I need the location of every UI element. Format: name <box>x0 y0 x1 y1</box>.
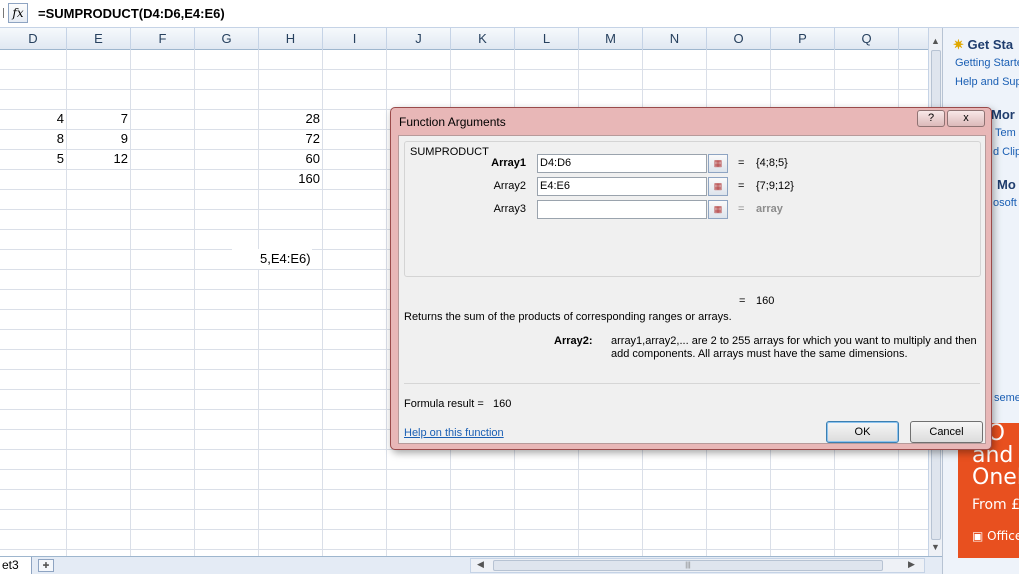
dialog-help-button[interactable]: ? <box>917 110 945 127</box>
cell-h-total[interactable]: 160 <box>259 169 323 189</box>
collapse-dialog-icon[interactable]: ▦ <box>708 200 728 219</box>
formula-result-label: Formula result = <box>404 398 484 410</box>
array2-label: Array2 <box>493 180 526 192</box>
grid-line <box>0 489 928 490</box>
cell-h-value[interactable]: 60 <box>259 149 323 169</box>
scroll-thumb[interactable]: ||| <box>493 560 883 571</box>
cell-d-value[interactable]: 4 <box>0 109 67 129</box>
cancel-button[interactable]: Cancel <box>910 421 983 443</box>
argument-description-label: Array2: <box>554 335 593 347</box>
column-header-o[interactable]: O <box>707 28 771 50</box>
partial-link[interactable]: seme <box>994 392 1019 404</box>
argument-description-text: array1,array2,... are 2 to 255 arrays fo… <box>611 335 977 360</box>
column-header-row: D E F G H I J K L M N O P Q <box>0 28 930 50</box>
column-header-k[interactable]: K <box>451 28 515 50</box>
cell-e-value[interactable]: 7 <box>67 109 131 129</box>
collapse-dialog-icon[interactable]: ▦ <box>708 177 728 196</box>
formula-input[interactable]: =SUMPRODUCT(D4:D6,E4:E6) <box>38 6 225 21</box>
array1-result: {4;8;5} <box>756 157 788 169</box>
help-on-function-link[interactable]: Help on this function <box>404 427 504 439</box>
array2-result: {7;9;12} <box>756 180 794 192</box>
dialog-title: Function Arguments <box>399 115 506 129</box>
function-description: Returns the sum of the products of corre… <box>404 311 732 323</box>
scroll-right-icon[interactable]: ▶ <box>908 559 915 570</box>
array2-equals: = <box>738 180 745 192</box>
insert-sheet-icon[interactable]: ✚ <box>38 559 54 572</box>
column-header-h[interactable]: H <box>259 28 323 50</box>
office-logo-icon: ▣ <box>972 529 984 543</box>
cell-d-value[interactable]: 5 <box>0 149 67 169</box>
cell-formula-overflow[interactable]: 5,E4:E6) <box>232 249 312 269</box>
array2-input[interactable]: E4:E6 <box>537 177 707 196</box>
microsoft-link[interactable]: osoft <box>993 197 1017 209</box>
function-result-value: 160 <box>756 295 775 307</box>
scroll-up-icon[interactable]: ▲ <box>931 36 940 46</box>
scroll-left-icon[interactable]: ◀ <box>477 559 484 570</box>
array3-input[interactable] <box>537 200 707 219</box>
horizontal-scrollbar[interactable]: ◀ ||| ▶ <box>470 558 925 573</box>
scroll-down-icon[interactable]: ▼ <box>931 542 940 552</box>
ok-button[interactable]: OK <box>826 421 899 443</box>
column-header-f[interactable]: F <box>131 28 195 50</box>
grid-line <box>0 549 928 550</box>
grid-line <box>0 529 928 530</box>
cell-e-value[interactable]: 12 <box>67 149 131 169</box>
column-header-l[interactable]: L <box>515 28 579 50</box>
grid-line <box>386 50 387 556</box>
promo-brand-text: Office <box>987 529 1019 543</box>
task-pane-heading-text: Get Sta <box>967 37 1014 52</box>
dialog-close-button[interactable]: x <box>947 110 985 127</box>
grid-line <box>0 89 928 90</box>
collapse-dialog-icon[interactable]: ▦ <box>708 154 728 173</box>
column-header-n[interactable]: N <box>643 28 707 50</box>
grid-line <box>0 509 928 510</box>
sheet-tab[interactable]: et3 <box>0 557 32 574</box>
grid-line <box>0 69 928 70</box>
task-pane-heading: Mo <box>997 177 1016 192</box>
clip-art-link[interactable]: d Clip <box>993 146 1019 158</box>
array1-equals: = <box>738 157 745 169</box>
star-icon: ✷ <box>953 37 964 52</box>
array3-result: array <box>756 203 783 215</box>
help-support-link[interactable]: Help and Supp <box>955 76 1019 88</box>
task-pane-heading: Mor <box>991 107 1015 122</box>
column-header-i[interactable]: I <box>323 28 387 50</box>
column-header-g[interactable]: G <box>195 28 259 50</box>
promo-price: From £5 <box>972 497 1019 513</box>
function-result-equals: = <box>739 295 746 307</box>
cell-h-value[interactable]: 72 <box>259 129 323 149</box>
function-arguments-dialog: Function Arguments ? x SUMPRODUCT Array1… <box>390 107 992 450</box>
insert-function-button[interactable]: fx <box>8 3 28 23</box>
grid-line <box>0 469 928 470</box>
column-header-d[interactable]: D <box>0 28 67 50</box>
formula-result-value: 160 <box>493 398 512 410</box>
getting-started-link[interactable]: Getting Starte <box>955 57 1019 69</box>
task-pane-heading: ✷ Get Sta <box>953 37 1013 53</box>
dialog-body: SUMPRODUCT Array1 D4:D6 ▦ = {4;8;5} Arra… <box>398 135 986 444</box>
formula-bar: fx =SUMPRODUCT(D4:D6,E4:E6) <box>0 0 1019 28</box>
column-header-p[interactable]: P <box>771 28 835 50</box>
divider <box>404 383 980 384</box>
promo-text: OneI <box>972 465 1019 490</box>
grid-line <box>194 50 195 556</box>
array1-label: Array1 <box>491 157 526 169</box>
arguments-group: SUMPRODUCT Array1 D4:D6 ▦ = {4;8;5} Arra… <box>404 141 981 277</box>
column-header-q[interactable]: Q <box>835 28 899 50</box>
column-header-m[interactable]: M <box>579 28 643 50</box>
promo-brand: ▣ Office <box>972 529 1019 543</box>
cell-d-value[interactable]: 8 <box>0 129 67 149</box>
sheet-tab-bar: et3 ✚ ◀ ||| ▶ <box>0 556 942 574</box>
array1-input[interactable]: D4:D6 <box>537 154 707 173</box>
templates-link[interactable]: Tem <box>995 127 1016 139</box>
column-header-e[interactable]: E <box>67 28 131 50</box>
column-header-j[interactable]: J <box>387 28 451 50</box>
formula-bar-divider <box>0 8 4 18</box>
cell-h-value[interactable]: 28 <box>259 109 323 129</box>
cell-e-value[interactable]: 9 <box>67 129 131 149</box>
array3-label: Array3 <box>493 203 526 215</box>
array3-equals: = <box>738 203 745 215</box>
